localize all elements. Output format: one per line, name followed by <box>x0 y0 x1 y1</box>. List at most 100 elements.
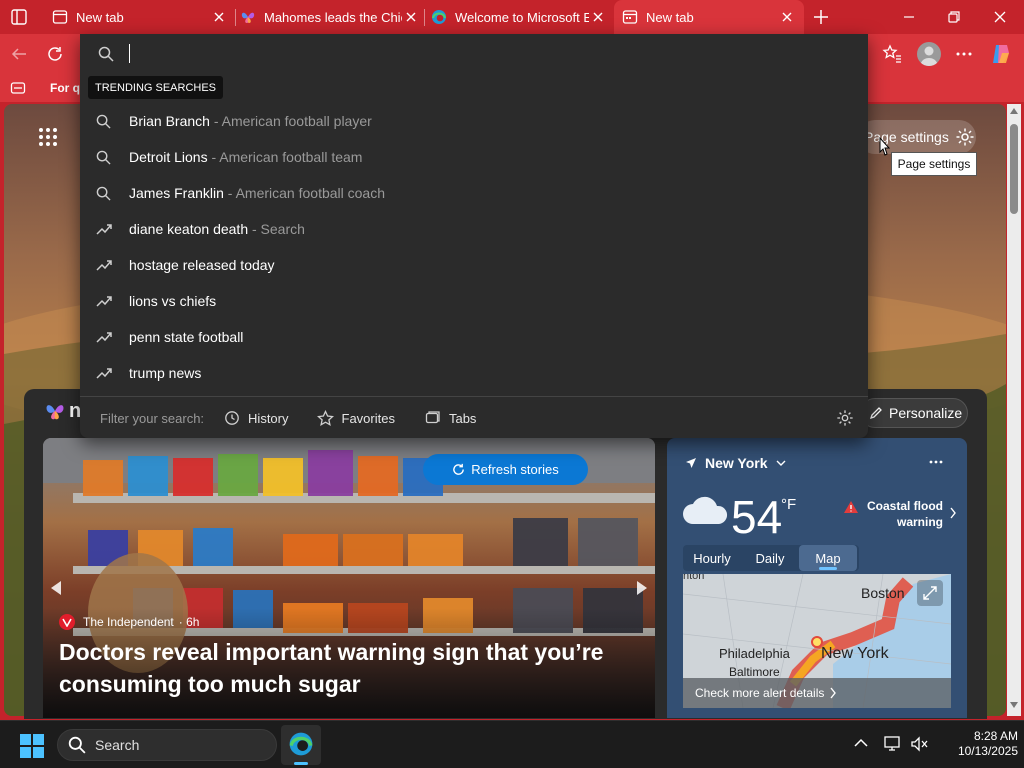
tab-map[interactable]: Map <box>799 545 857 571</box>
suggestion-item[interactable]: James Franklin - American football coach <box>80 175 868 211</box>
tab-title: New tab <box>76 9 124 25</box>
carousel-prev-button[interactable] <box>49 580 63 596</box>
search-icon <box>96 150 116 165</box>
alert-details-link: Check more alert details <box>695 686 825 700</box>
pencil-icon <box>869 407 882 420</box>
personalize-label: Personalize <box>889 405 963 421</box>
filter-favorites-button[interactable]: Favorites <box>316 409 395 427</box>
tab-daily-label: Daily <box>755 550 785 566</box>
story-source: The Independent · 6h <box>59 614 199 630</box>
suggestion-desc: - American football team <box>207 149 363 165</box>
tab-new-tab-active[interactable]: New tab <box>614 0 804 34</box>
back-button[interactable] <box>10 45 28 63</box>
favbar-button[interactable] <box>10 80 26 96</box>
clock-date: 10/13/2025 <box>957 744 1018 758</box>
refresh-stories-button[interactable]: Refresh stories <box>423 454 588 485</box>
more-menu-button[interactable] <box>955 46 973 62</box>
plus-icon <box>814 10 828 24</box>
tab-mahomes[interactable]: Mahomes leads the Chie <box>236 0 424 34</box>
suggestion-item[interactable]: penn state football <box>80 319 868 355</box>
taskbar-search-box[interactable]: Search <box>57 729 277 761</box>
show-hidden-icons-button[interactable] <box>854 738 868 748</box>
suggestion-desc: - American football player <box>209 113 372 129</box>
ellipsis-icon <box>929 460 943 464</box>
tab-welcome-edge[interactable]: Welcome to Microsoft E <box>425 0 613 34</box>
tooltip-text: Page settings <box>897 157 971 171</box>
weather-alert[interactable]: Coastal flood warning <box>843 498 963 532</box>
suggestion-item[interactable]: trump news <box>80 355 868 391</box>
trending-header-label: TRENDING SEARCHES <box>95 81 217 94</box>
suggestion-term: trump news <box>129 365 202 381</box>
search-settings-button[interactable] <box>836 409 854 427</box>
star-list-icon <box>882 44 901 63</box>
close-tab-icon[interactable] <box>589 8 607 26</box>
close-tab-icon[interactable] <box>402 8 420 26</box>
tab-new-tab-1[interactable]: New tab <box>44 0 234 34</box>
suggestion-term: Detroit Lions <box>129 149 208 165</box>
taskbar-edge-button[interactable] <box>281 725 321 765</box>
display-tray-button[interactable] <box>884 735 902 753</box>
refresh-button[interactable] <box>46 45 64 63</box>
personalize-button[interactable]: Personalize <box>860 398 968 428</box>
story-headline[interactable]: Doctors reveal important warning sign th… <box>59 636 639 700</box>
tab-title: New tab <box>646 9 694 25</box>
suggestion-term: penn state football <box>129 329 244 345</box>
close-tab-icon[interactable] <box>778 8 796 26</box>
suggestion-item[interactable]: hostage released today <box>80 247 868 283</box>
suggestion-item[interactable]: diane keaton death - Search <box>80 211 868 247</box>
collections-icon <box>10 82 26 94</box>
refresh-icon <box>453 463 465 475</box>
volume-tray-button[interactable] <box>910 735 930 753</box>
suggestion-item[interactable]: Brian Branch - American football player <box>80 103 868 139</box>
scrollbar-thumb[interactable] <box>1010 124 1018 214</box>
apps-launcher-button[interactable] <box>38 127 58 147</box>
mouse-cursor-icon <box>876 136 892 160</box>
alert-details-bar[interactable]: Check more alert details <box>683 678 951 708</box>
map-label-philadelphia: Philadelphia <box>719 646 790 661</box>
tab-title: Mahomes leads the Chie <box>264 9 402 25</box>
trending-icon <box>96 259 116 271</box>
profile-avatar[interactable] <box>917 42 941 66</box>
weather-card[interactable]: New York 54 °F Coastal flood warning Hou… <box>667 438 967 718</box>
alert-text: Coastal flood warning <box>866 499 943 529</box>
suggestion-term: James Franklin <box>129 185 224 201</box>
filter-tabs-label: Tabs <box>448 410 477 426</box>
copilot-button[interactable] <box>989 42 1013 66</box>
map-label-new-york: New York <box>821 645 889 662</box>
new-tab-button[interactable] <box>812 8 830 26</box>
clock[interactable]: 8:28 AM 10/13/2025 <box>940 729 1018 761</box>
scroll-down-arrow-icon[interactable] <box>1010 702 1018 708</box>
filter-history-button[interactable]: History <box>224 410 289 426</box>
scroll-up-arrow-icon[interactable] <box>1010 108 1018 114</box>
tab-hourly[interactable]: Hourly <box>683 545 741 571</box>
search-box[interactable] <box>80 34 868 74</box>
restore-button[interactable] <box>946 9 962 25</box>
map-label-boston: Boston <box>861 585 905 601</box>
start-button[interactable] <box>20 734 44 758</box>
apps-grid-icon <box>39 128 57 146</box>
favorites-button[interactable] <box>882 44 902 64</box>
page-scrollbar[interactable] <box>1007 104 1021 716</box>
temperature: 54 <box>731 491 783 543</box>
hero-story-card[interactable]: Refresh stories The Independent · 6h Doc… <box>43 438 655 718</box>
chevron-left-icon <box>51 581 61 595</box>
suggestion-item[interactable]: Detroit Lions - American football team <box>80 139 868 175</box>
suggestion-item[interactable]: lions vs chiefs <box>80 283 868 319</box>
filter-tabs-button[interactable]: Tabs <box>425 410 476 426</box>
avatar-icon <box>920 46 938 66</box>
weather-more-button[interactable] <box>929 460 943 464</box>
close-window-button[interactable] <box>992 9 1008 25</box>
tab-daily[interactable]: Daily <box>741 545 799 571</box>
weather-map[interactable]: hton Boston Philadelphia Baltimore New Y… <box>683 574 951 708</box>
expand-map-button[interactable] <box>917 580 943 606</box>
active-app-indicator <box>294 762 308 765</box>
minimize-button[interactable] <box>900 10 918 24</box>
copilot-icon <box>993 45 1009 63</box>
location-selector[interactable]: New York <box>685 454 786 472</box>
carousel-next-button[interactable] <box>635 580 649 596</box>
history-icon <box>225 411 239 425</box>
tab-title: Welcome to Microsoft E <box>455 9 589 25</box>
close-tab-icon[interactable] <box>210 8 228 26</box>
tab-actions-button[interactable] <box>10 8 28 26</box>
msn-logo[interactable]: n <box>44 397 84 425</box>
